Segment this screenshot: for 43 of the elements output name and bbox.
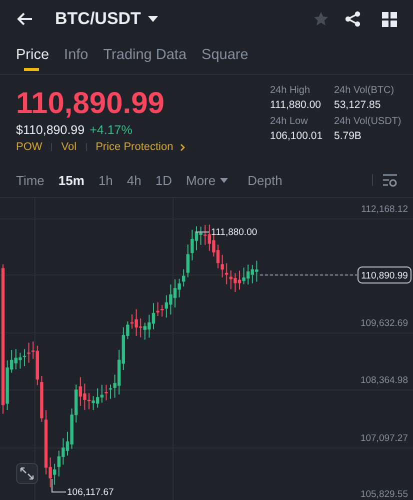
- more-dropdown[interactable]: More: [186, 172, 228, 188]
- price-axis-label: 105,829.55: [360, 489, 408, 500]
- expand-icon[interactable]: [16, 463, 38, 484]
- price-axis-label: 107,097.27: [360, 433, 408, 444]
- price-change: +4.17%: [90, 123, 132, 137]
- usd-price: $110,890.99: [16, 123, 85, 137]
- leader-line: [52, 478, 66, 492]
- tag[interactable]: Vol: [61, 141, 77, 153]
- stat-value: 111,880.00: [270, 99, 322, 111]
- stat-label: 24h Vol(USDT): [334, 116, 402, 127]
- price-axis-label: 108,364.98: [360, 375, 408, 386]
- stat-value: 106,100.01: [270, 130, 324, 142]
- tab[interactable]: Square: [202, 47, 248, 71]
- tab[interactable]: Trading Data: [103, 47, 187, 71]
- stat-label: 24h Vol(BTC): [334, 85, 396, 96]
- price-protection-link[interactable]: Price Protection: [96, 141, 174, 153]
- grid-icon[interactable]: [382, 12, 397, 26]
- price-axis-label: 109,632.69: [360, 318, 408, 329]
- interval-tab[interactable]: Time: [16, 172, 44, 188]
- share-icon[interactable]: [345, 11, 361, 27]
- interval-tab[interactable]: 4h: [126, 172, 142, 188]
- back-arrow-icon[interactable]: [17, 12, 33, 26]
- star-icon[interactable]: [313, 11, 329, 27]
- stat-label: 24h High: [270, 85, 312, 96]
- low-marker-label: 106,117.67: [67, 487, 114, 498]
- current-price-tag: 110,890.99: [358, 266, 412, 284]
- chevron-icon[interactable]: [180, 144, 186, 150]
- pair-title[interactable]: BTC/USDT: [55, 9, 141, 29]
- high-marker-label: 111,880.00: [211, 227, 258, 238]
- tag[interactable]: POW: [16, 141, 42, 153]
- stat-value: 53,127.85: [334, 99, 382, 111]
- stat-label: 24h Low: [270, 116, 309, 127]
- last-price: 110,890.99: [16, 87, 166, 121]
- caret-icon[interactable]: [148, 16, 158, 22]
- interval-tab[interactable]: Depth: [248, 172, 282, 188]
- price-axis-label: 112,168.12: [361, 204, 408, 215]
- tab[interactable]: Info: [64, 47, 88, 71]
- interval-tab[interactable]: 1D: [155, 172, 172, 188]
- interval-tab[interactable]: 15m: [58, 172, 84, 188]
- tab[interactable]: Price: [16, 47, 50, 71]
- interval-tab[interactable]: 1h: [98, 172, 113, 188]
- chart-settings-icon[interactable]: [383, 174, 397, 186]
- stat-value: 5.79B: [334, 130, 362, 142]
